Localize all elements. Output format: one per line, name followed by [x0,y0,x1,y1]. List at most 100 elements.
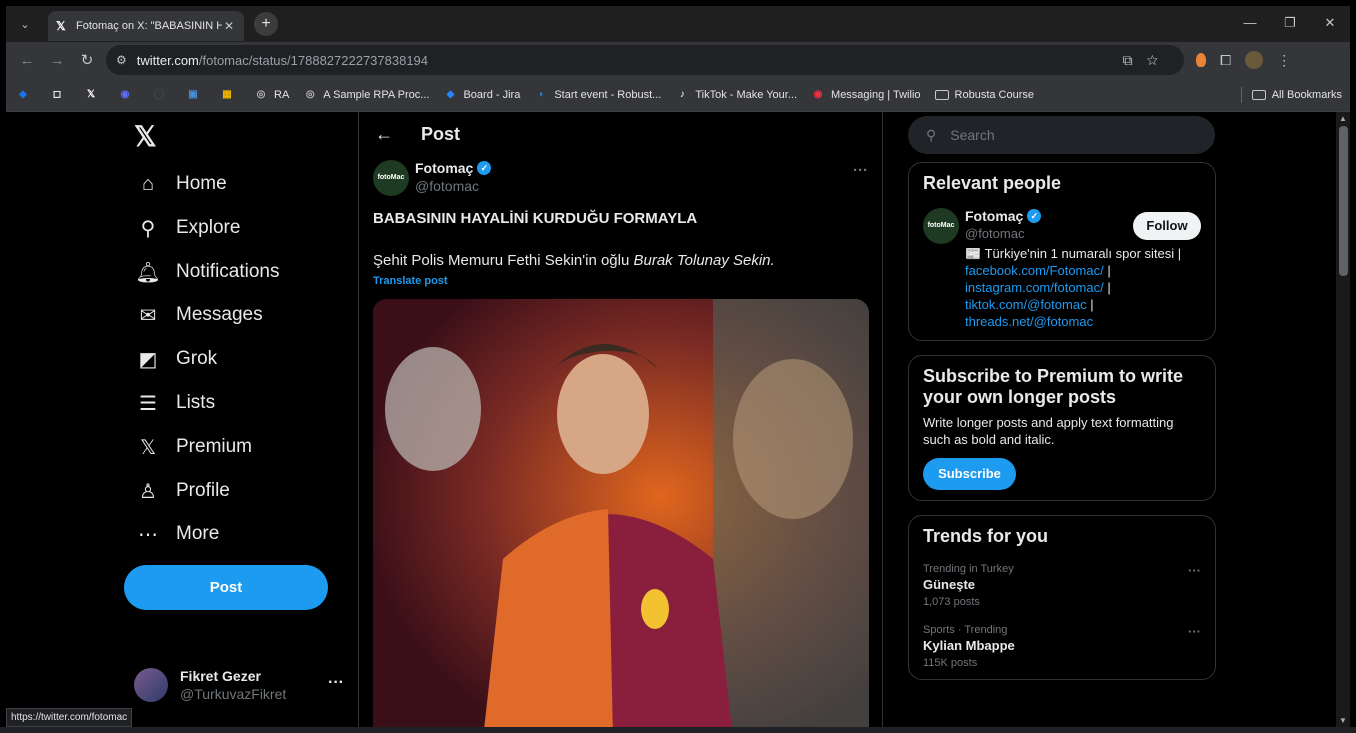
nav-item-messages[interactable]: ✉ Messages [136,303,263,327]
scroll-down-icon[interactable]: ▼ [1339,716,1347,725]
relevant-people-card: Relevant people fotoMac Fotomaç ✓ @fotoma… [908,162,1216,341]
bookmark-item[interactable]: ▣ [186,88,206,102]
grok-icon: ◩ [138,348,158,371]
bookmark-item[interactable]: ◉ Messaging | Twilio [811,88,921,102]
bookmark-item[interactable]: ◎ RA [254,88,290,102]
trend-item[interactable]: Trending in Turkey Güneşte 1,073 posts ··· [923,563,1201,608]
author-avatar[interactable]: fotoMac [373,160,409,196]
nav-item-premium[interactable]: 𝕏 Premium [136,435,252,459]
bookmarks-bar: ◆ ◻ 𝕏 ◉ ◯ ▣ ▦ ◎ RA ◎ A Sample RPA Proc... ◆ Board - … [6,78,1350,112]
taskbar-strip [0,727,1356,733]
author-handle: @fotomac [415,178,480,194]
follow-button[interactable]: Follow [1133,212,1201,240]
home-icon: ⌂ [141,172,155,195]
nav-item-label: More [176,523,220,544]
scroll-thumb[interactable] [1339,126,1348,276]
page-scrollbar[interactable]: ▲ ▼ [1336,112,1350,727]
trend-more-icon[interactable]: ··· [1188,624,1201,639]
bookmark-label: RA [274,88,290,101]
nav-item-lists[interactable]: ☰ Lists [136,391,215,415]
post-header: ← Post [359,112,882,156]
restore-icon[interactable]: ❐ [1270,6,1310,42]
bookmark-item[interactable]: ▦ [220,88,240,102]
trend-more-icon[interactable]: ··· [1188,563,1201,578]
nav-item-profile[interactable]: ♙ Profile [136,479,230,503]
bio-link[interactable]: facebook.com/Fotomac/ [965,263,1104,278]
account-switcher[interactable]: Fikret Gezer @TurkuvazFikret ··· [134,668,344,702]
nav-item-grok[interactable]: ◩ Grok [136,347,218,371]
bookmark-item[interactable]: Robusta Course [934,88,1035,101]
reload-icon[interactable]: ↻ [72,51,102,69]
bookmark-item[interactable]: ◻ [50,88,70,102]
bookmark-item[interactable]: ♪ TikTok - Make Your... [675,88,797,102]
relevant-person[interactable]: fotoMac Fotomaç ✓ @fotomac 📰 Türkiye'nin … [923,208,1201,330]
bio-link[interactable]: tiktok.com/@fotomac [965,297,1087,312]
browser-chrome: ⌄ 𝕏 Fotomaç on X: "BABASININ HAYALİNİ KU… [6,6,1350,112]
bookmark-item[interactable]: ◆ [16,88,36,102]
search-input[interactable]: ⚲ Search [908,116,1215,154]
profile-avatar[interactable] [1245,51,1264,69]
bio-link[interactable]: threads.net/@fotomac [965,314,1093,329]
premium-icon: 𝕏 [139,436,157,459]
menu-kebab-icon[interactable]: ⋮ [1277,52,1291,69]
relevant-name: Fotomaç [965,208,1024,224]
subscribe-button[interactable]: Subscribe [923,458,1016,490]
site-info-icon[interactable]: ⚙ [116,53,127,67]
new-tab-button[interactable]: + [254,12,278,36]
bookmark-label: Robusta Course [954,88,1035,101]
tab-strip: ⌄ 𝕏 Fotomaç on X: "BABASININ HAYALİNİ KU… [6,6,1350,42]
bio-link[interactable]: instagram.com/fotomac/ [965,280,1104,295]
back-arrow-icon[interactable]: ← [12,52,42,69]
premium-card: Subscribe to Premium to write your own l… [908,355,1216,501]
author-name: Fotomaç [415,160,474,176]
folder-icon [934,89,949,100]
messages-icon: ✉ [139,304,157,327]
install-and-star-icons[interactable]: ⧉☆ [1123,52,1172,69]
bookmark-item[interactable]: ◯ [152,88,172,102]
post-more-icon[interactable]: ··· [853,162,868,179]
trends-card: Trends for you Trending in Turkey Güneşte… [908,515,1216,680]
nav-item-label: Home [176,173,227,194]
bookmark-item[interactable]: ◉ [118,88,138,102]
extensions-puzzle-icon[interactable]: ⧠ [1220,52,1231,69]
nav-item-more[interactable]: ⋯ More [136,522,219,546]
bookmark-favicon-icon: ◎ [305,88,315,100]
close-window-icon[interactable]: ✕ [1310,6,1350,42]
nav-item-explore[interactable]: ⚲ Explore [136,216,241,240]
post-author[interactable]: fotoMac Fotomaç ✓ @fotomac [373,160,492,196]
nav-item-home[interactable]: ⌂ Home [136,172,227,196]
back-arrow-icon[interactable]: ← [375,124,421,145]
more-icon[interactable]: ··· [328,674,344,692]
forward-arrow-icon[interactable]: → [42,52,72,69]
author-name-row[interactable]: Fotomaç ✓ [415,160,492,176]
address-bar[interactable]: ⚙ twitter.com/fotomac/status/17888272227… [106,45,1184,75]
nav-item-notifications[interactable]: 🔔︎ Notifications [135,260,279,284]
page-title: Post [421,123,461,144]
browser-toolbar: ← → ↻ ⚙ twitter.com/fotomac/status/17888… [6,42,1350,78]
post-photo-illustration [373,299,869,727]
bookmark-item[interactable]: ◎ A Sample RPA Proc... [303,88,430,102]
tab-search-icon[interactable]: ⌄ [14,18,36,31]
premium-text: Write longer posts and apply text format… [923,415,1174,447]
trends-title: Trends for you [923,526,1049,546]
scroll-up-icon[interactable]: ▲ [1339,114,1347,123]
bookmark-item[interactable]: 𝕏 [84,88,104,102]
search-placeholder: Search [950,127,995,143]
trend-item[interactable]: Sports · Trending Kylian Mbappe 115K posts… [923,624,1201,669]
relevant-avatar[interactable]: fotoMac [923,208,959,244]
minimize-icon[interactable]: — [1230,6,1270,42]
bookmark-item[interactable]: ◆ Board - Jira [443,88,521,102]
post-button[interactable]: Post [124,565,328,610]
bookmark-favicon-icon: ◗ [538,88,545,100]
all-bookmarks[interactable]: All Bookmarks [1240,87,1342,103]
profile-icon: ♙ [139,480,157,503]
twitter-page: 𝕏 ⌂ Home ⚲ Explore 🔔︎ Notifications ✉ Messages ◩… [6,112,1336,727]
x-logo-icon[interactable]: 𝕏 [134,120,157,153]
post-image[interactable] [373,299,869,727]
bookmark-item[interactable]: ◗ Start event - Robust... [534,88,661,102]
active-tab[interactable]: 𝕏 Fotomaç on X: "BABASININ HAYALİNİ KURD… [48,11,244,41]
extension-icon[interactable] [1196,53,1206,67]
close-tab-icon[interactable]: ✕ [222,19,236,33]
translate-link[interactable]: Translate post [373,275,448,287]
bookmark-label: A Sample RPA Proc... [323,88,430,101]
